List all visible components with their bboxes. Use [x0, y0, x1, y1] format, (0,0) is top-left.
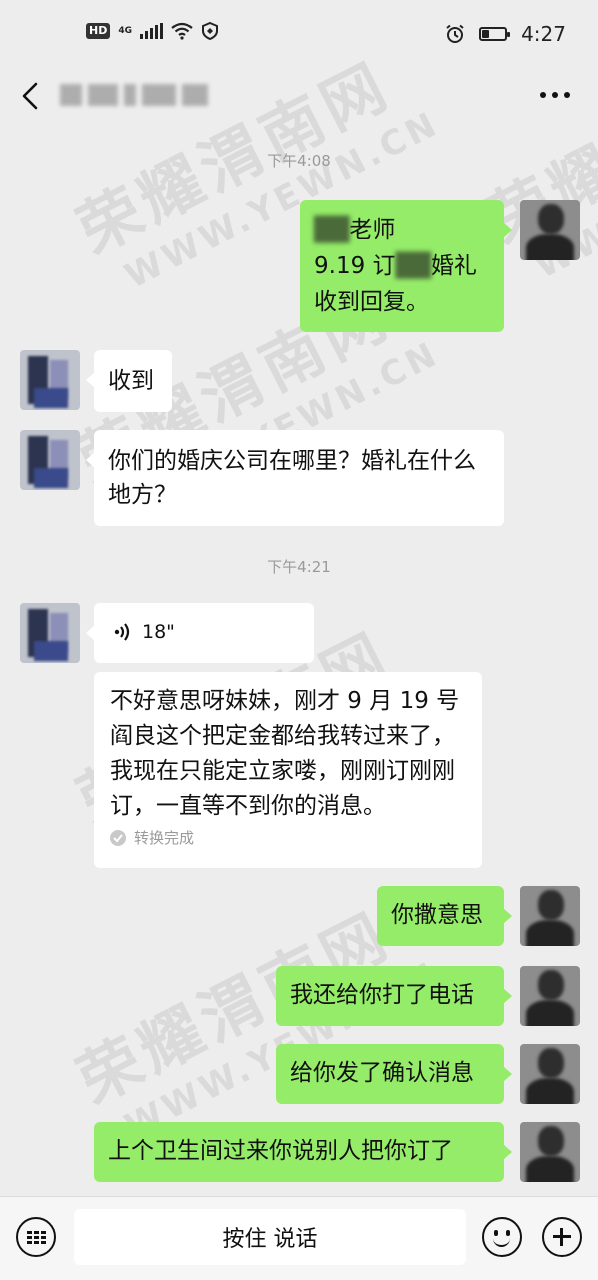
message-bubble-self[interactable]: 给你发了确认消息 [276, 1044, 512, 1104]
convert-status: 转换完成 [134, 829, 195, 847]
avatar-self[interactable] [520, 200, 580, 260]
chevron-left-icon[interactable] [18, 78, 44, 114]
battery-icon [479, 27, 511, 41]
shield-icon [202, 22, 218, 40]
message-bubble-contact[interactable]: 收到 [86, 350, 172, 412]
hold-to-talk-button[interactable]: 按住 说话 [74, 1209, 466, 1265]
avatar-contact[interactable] [20, 603, 80, 663]
avatar-contact[interactable] [20, 430, 80, 490]
alarm-icon [446, 24, 464, 43]
check-icon [110, 830, 126, 846]
message-bubble-self[interactable]: ██老师 9.19 订██婚礼 收到回复。 [300, 200, 512, 332]
avatar-self[interactable] [520, 1122, 580, 1182]
voice-duration: 18" [142, 621, 175, 643]
redacted-text: ██ [395, 253, 431, 279]
voice-message-bubble[interactable]: 18" [86, 603, 314, 663]
voice-wave-icon [114, 623, 130, 641]
network-type: 4G [118, 26, 132, 36]
contact-name-redacted [60, 84, 210, 106]
message-bubble-self[interactable]: 你撒意思 [377, 886, 512, 946]
emoji-icon[interactable] [482, 1217, 522, 1257]
redacted-text: ██ [314, 217, 350, 243]
timestamp: 下午4:08 [267, 152, 331, 170]
hd-badge: HD [86, 23, 111, 39]
keyboard-icon[interactable] [16, 1217, 56, 1257]
status-bar: HD 4G 4:27 [0, 0, 598, 66]
avatar-contact[interactable] [20, 350, 80, 410]
avatar-self[interactable] [520, 1044, 580, 1104]
chat-header [0, 66, 598, 126]
avatar-self[interactable] [520, 886, 580, 946]
wifi-icon [171, 22, 193, 40]
input-bar: 按住 说话 [0, 1196, 598, 1280]
signal-icon [140, 23, 163, 39]
timestamp: 下午4:21 [267, 558, 331, 576]
avatar-self[interactable] [520, 966, 580, 1026]
status-time: 4:27 [521, 22, 566, 46]
voice-transcript[interactable]: 不好意思呀妹妹，刚才 9 月 19 号阎良这个把定金都给我转过来了，我现在只能定… [94, 672, 482, 868]
message-bubble-contact[interactable]: 你们的婚庆公司在哪里？婚礼在什么地方？ [86, 430, 504, 526]
more-dots-icon[interactable] [540, 92, 570, 98]
message-bubble-self[interactable]: 我还给你打了电话 [276, 966, 512, 1026]
plus-icon[interactable] [542, 1217, 582, 1257]
message-bubble-self[interactable]: 上个卫生间过来你说别人把你订了 [94, 1122, 512, 1182]
